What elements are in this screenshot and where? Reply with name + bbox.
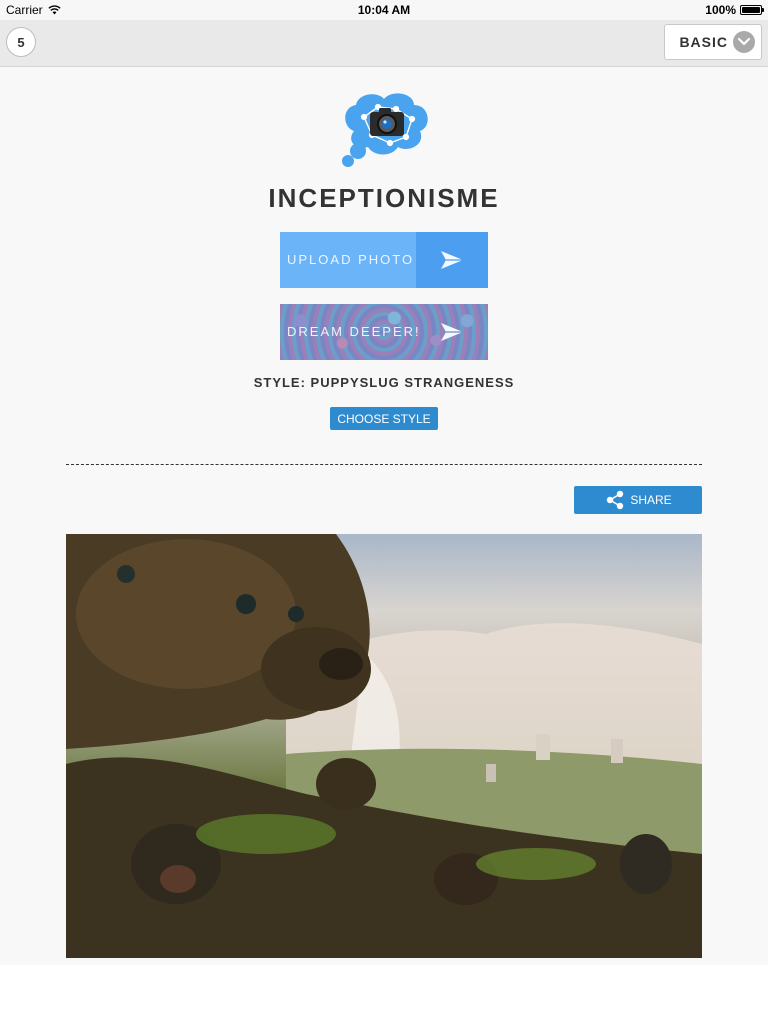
mode-label: BASIC [679,34,728,50]
choose-style-button[interactable]: CHOOSE STYLE [330,407,438,430]
mode-dropdown[interactable]: BASIC [664,24,762,60]
share-label: SHARE [630,493,672,507]
main-content: INCEPTIONISME UPLOAD PHOTO DREAM DEEPER!… [0,67,768,965]
share-button[interactable]: SHARE [574,486,702,514]
upload-photo-button[interactable]: UPLOAD PHOTO [280,232,488,288]
paper-plane-icon [441,251,463,269]
upload-photo-label: UPLOAD PHOTO [287,252,415,267]
battery-icon [740,5,764,15]
status-bar: Carrier 10:04 AM 100% [0,0,768,20]
share-icon [607,490,624,510]
app-title: INCEPTIONISME [268,183,500,213]
clock: 10:04 AM [357,3,411,17]
chevron-down-icon [733,31,755,53]
dream-result-image [66,534,702,958]
paper-plane-icon [441,323,463,341]
battery-percent: 100% [705,3,736,17]
top-toolbar: 5 BASIC [0,20,768,67]
battery-indicator: 100% [705,3,764,17]
dream-deeper-button[interactable]: DREAM DEEPER! [280,304,488,360]
dream-image-illustration [66,534,702,958]
style-label: STYLE: PUPPYSLUG STRANGENESS [253,375,515,390]
section-divider [66,464,702,465]
count-badge[interactable]: 5 [6,27,36,57]
brain-camera-logo [342,93,428,167]
dream-deeper-label: DREAM DEEPER! [287,324,421,339]
